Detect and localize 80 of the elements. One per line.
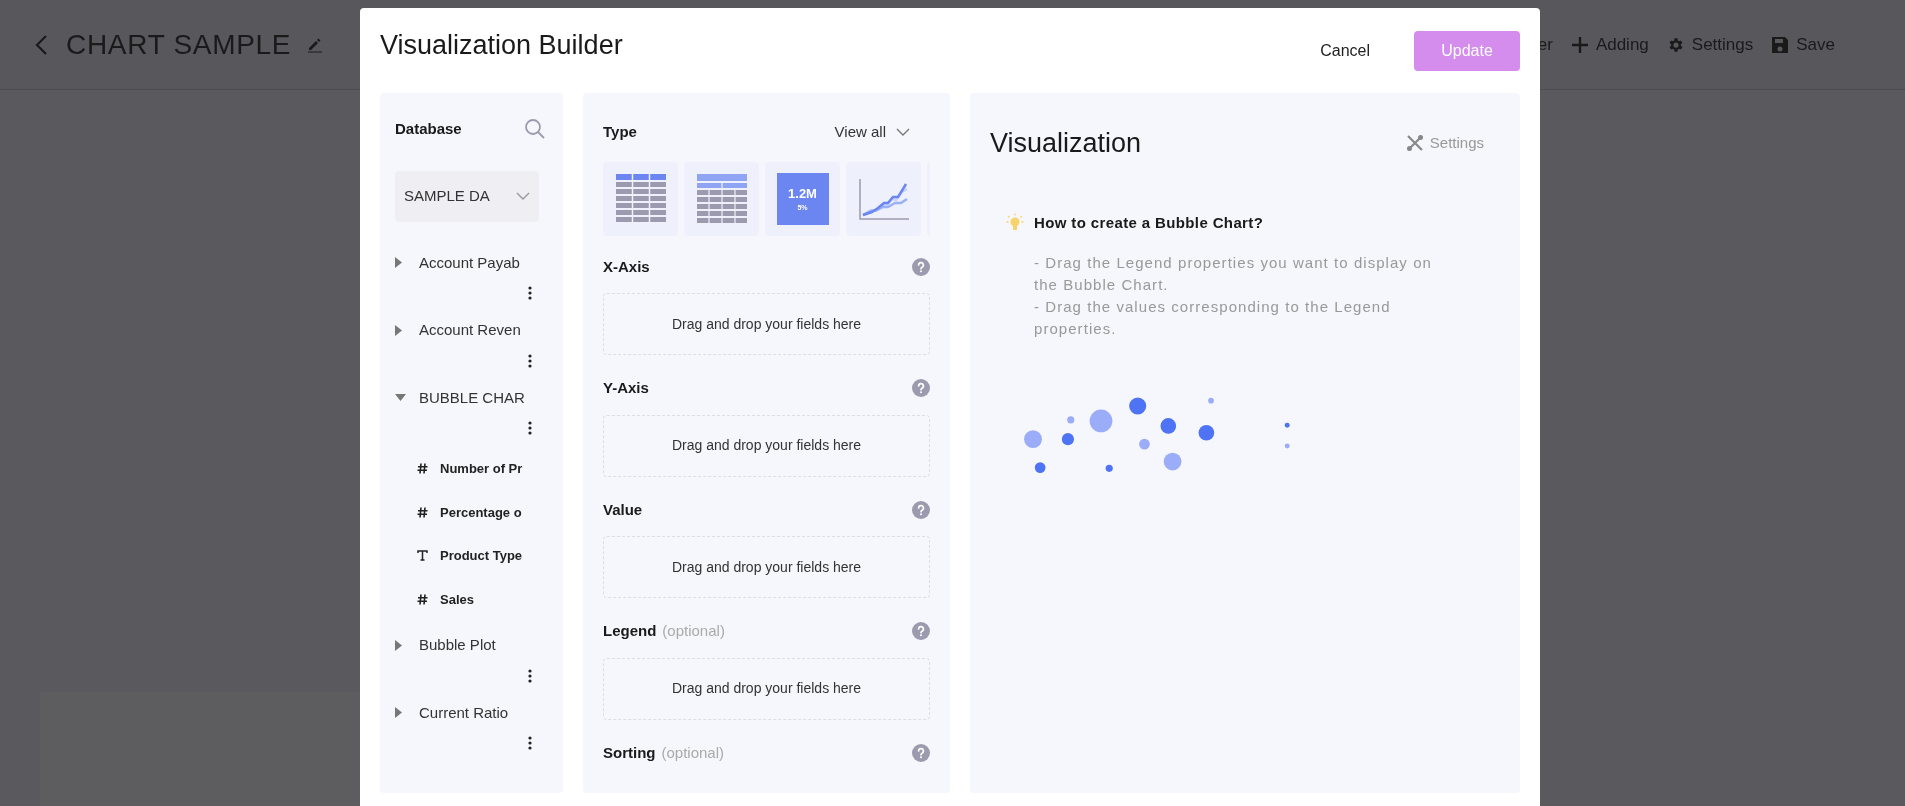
save-icon [1771,35,1790,54]
help-icon[interactable] [912,500,930,519]
page-title: CHART SAMPLE [66,27,292,62]
field-name[interactable]: Sales [440,589,474,609]
drop-zone[interactable]: Drag and drop your fields here [603,414,930,477]
optional-note: (optional) [661,742,725,763]
more-options-icon[interactable] [528,668,532,683]
back-icon[interactable] [34,33,48,56]
pivot-table-icon [695,172,748,225]
section-label: X-Axis [603,256,650,277]
panel-heading: Type [603,122,637,142]
bubble [1129,397,1147,415]
help-icon[interactable] [912,743,930,762]
help-icon[interactable] [912,379,930,398]
help-icon[interactable] [912,622,930,641]
chart-type-option[interactable] [603,161,678,236]
chart-type-option[interactable] [684,161,759,236]
search-icon[interactable] [524,118,546,141]
bubble [1024,430,1042,449]
caret-right-icon[interactable] [395,639,402,651]
plus-icon [1570,35,1589,54]
bubble [1089,409,1113,433]
view-all-dropdown[interactable]: View all [834,121,910,144]
drop-zone[interactable]: Drag and drop your fields here [603,293,930,355]
table-name[interactable]: Account Payab [419,251,520,274]
tip-heading: How to create a Bubble Chart? [1034,212,1264,233]
bubble [1139,438,1150,450]
more-options-icon[interactable] [528,736,532,750]
legend-dot [1284,422,1290,428]
bubble [1067,416,1075,424]
section-label: Y-Axis [603,378,649,398]
bubble [1061,433,1074,446]
drop-zone[interactable]: Drag and drop your fields here [603,536,930,598]
chevron-down-icon [896,128,910,137]
field-name[interactable]: Number of Pr [440,459,523,479]
section-label: Sorting [603,742,656,763]
tip-text: - Drag the Legend properties you want to display on the Bubble Chart. [1034,253,1433,295]
pencil-icon[interactable] [307,36,324,53]
section-label: Value [603,499,643,520]
bubble [1160,418,1177,434]
help-icon[interactable] [912,257,930,276]
hash-icon [417,463,428,475]
table-chart-icon [614,172,667,225]
bubble [1105,464,1113,472]
legend-dot [1284,443,1290,449]
field-name[interactable]: Product Type [440,546,523,566]
more-options-icon[interactable] [528,286,532,300]
database-dropdown[interactable]: SAMPLE DA [395,170,539,222]
caret-right-icon[interactable] [395,324,402,336]
table-name[interactable]: Account Reven [419,319,521,342]
cancel-button[interactable]: Cancel [1312,30,1378,71]
text-type-icon [417,550,428,562]
lightbulb-icon [1006,212,1024,233]
bubble [1163,452,1182,471]
chevron-down-icon [516,192,530,200]
hash-icon [417,593,428,605]
drop-zone[interactable]: Drag and drop your fields here [603,657,930,720]
table-name[interactable]: Current Ratio [419,701,509,724]
caret-right-icon[interactable] [395,257,402,269]
bubble [1208,397,1214,404]
hash-icon [417,506,428,518]
line-chart-icon [857,176,910,221]
field-name[interactable]: Percentage o [440,502,522,522]
more-options-icon[interactable] [528,353,532,368]
kpi-value: 1.2M [788,186,817,200]
table-name[interactable]: BUBBLE CHAR [419,386,525,409]
table-name[interactable]: Bubble Plot [419,634,496,657]
panel-title: Visualization [990,127,1142,160]
dialog-title: Visualization Builder [380,29,623,63]
optional-note: (optional) [662,621,725,641]
caret-down-icon[interactable] [395,394,406,402]
section-label: Legend [603,621,657,641]
tip-text: - Drag the values corresponding to the Legend properties. [1034,297,1392,339]
more-options-icon[interactable] [528,421,532,435]
panel-heading: Database [395,119,462,139]
bubble [1034,462,1046,473]
chart-type-option[interactable] [846,161,921,236]
bubble [1198,424,1215,441]
tools-icon [1405,134,1424,153]
caret-right-icon[interactable] [395,707,402,719]
